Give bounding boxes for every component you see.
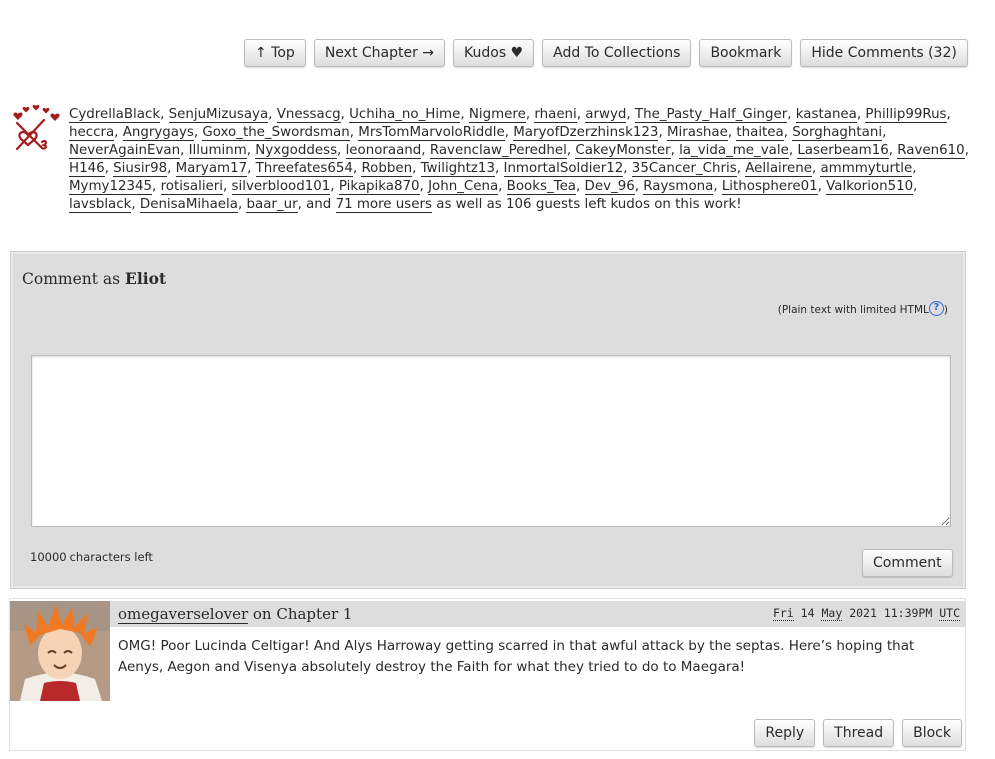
kudos-user-link[interactable]: Threefates654 xyxy=(255,161,353,177)
comment-submit-button[interactable]: Comment xyxy=(862,549,953,577)
plain-text-label: (Plain text with limited HTML xyxy=(777,304,929,316)
comment-chapter: on Chapter 1 xyxy=(248,605,353,623)
plain-text-note: (Plain text with limited HTML?) xyxy=(778,301,948,316)
comment-date: Fri 14 May 2021 11:39PM UTC xyxy=(772,606,960,621)
reply-button[interactable]: Reply xyxy=(754,719,816,747)
kudos-user-link[interactable]: NeverAgainEvan xyxy=(69,143,181,159)
kudos-user-link[interactable]: Nyxgoddess xyxy=(255,143,338,159)
kudos-user-link[interactable]: Goxo_the_Swordsman xyxy=(202,125,350,141)
next-chapter-button[interactable]: Next Chapter → xyxy=(313,39,446,67)
kudos-user-link[interactable]: Ravenclaw_Peredhel xyxy=(429,143,567,159)
kudos-user-link[interactable]: Uchiha_no_Hime xyxy=(349,107,461,123)
kudos-user-link[interactable]: Robben xyxy=(361,161,413,177)
kudos-user-link[interactable]: Vnessacg xyxy=(276,107,341,123)
kudos-user-link[interactable]: lavsblack xyxy=(69,197,132,213)
avatar[interactable] xyxy=(10,601,110,701)
kudos-more-users-link[interactable]: 71 more users xyxy=(335,197,432,213)
comment-item: omegaverselover on Chapter 1 Fri 14 May … xyxy=(9,598,966,751)
kudos-user-link[interactable]: MrsTomMarvoloRiddle xyxy=(358,125,505,141)
comment-actions: Reply Thread Block xyxy=(754,719,962,747)
kudos-user-link[interactable]: leonoraand xyxy=(345,143,422,159)
kudos-user-link[interactable]: Pikapika870 xyxy=(338,179,420,195)
kudos-user-link[interactable]: Valkorion510 xyxy=(826,179,914,195)
comment-as-user: Eliot xyxy=(125,269,167,288)
top-button[interactable]: ↑ Top xyxy=(244,39,306,67)
date-number: 14 xyxy=(800,606,815,620)
kudos-user-link[interactable]: Angrygays xyxy=(122,125,194,141)
kudos-user-link[interactable]: baar_ur xyxy=(246,197,298,213)
kudos-suffix: as well as 106 guests left kudos on this… xyxy=(431,197,742,212)
comment-textarea[interactable] xyxy=(31,355,951,527)
kudos-user-link[interactable]: Phillip99Rus xyxy=(865,107,947,123)
date-day: Fri xyxy=(772,606,794,621)
characters-left-label: characters left xyxy=(69,550,153,564)
kudos-user-link[interactable]: MaryofDzerzhinsk123 xyxy=(513,125,659,141)
kudos-user-link[interactable]: Laserbeam16 xyxy=(797,143,889,159)
kudos-user-link[interactable]: Aellairene xyxy=(745,161,812,177)
comment-as-label: Comment as xyxy=(22,270,126,288)
kudos-user-link[interactable]: Maryam17 xyxy=(175,161,248,177)
kudos-user-link[interactable]: kastanea xyxy=(795,107,857,123)
kudos-user-link[interactable]: CydrellaBlack xyxy=(69,107,161,123)
kudos-button[interactable]: Kudos ♥ xyxy=(453,39,535,67)
characters-left-count: 10000 xyxy=(30,550,67,564)
thread-button[interactable]: Thread xyxy=(823,719,895,747)
kudos-user-link[interactable]: silverblood101 xyxy=(231,179,331,195)
kudos-user-link[interactable]: Dev_96 xyxy=(584,179,635,195)
add-to-collections-button[interactable]: Add To Collections xyxy=(542,39,692,67)
date-timezone: UTC xyxy=(939,606,960,621)
hide-comments-button[interactable]: Hide Comments (32) xyxy=(800,39,968,67)
block-button[interactable]: Block xyxy=(902,719,962,747)
kudos-user-link[interactable]: la_vida_me_vale xyxy=(679,143,789,159)
comment-byline: omegaverselover on Chapter 1 Fri 14 May … xyxy=(110,601,965,627)
kudos-user-link[interactable]: Siusir98 xyxy=(113,161,168,177)
kudos-user-link[interactable]: Nigmere xyxy=(468,107,526,123)
kudos-user-link[interactable]: John_Cena xyxy=(428,179,499,195)
comment-as-heading: Comment as Eliot xyxy=(22,269,166,288)
kudos-user-link[interactable]: Lithosphere01 xyxy=(721,179,818,195)
kudos-user-link[interactable]: Raven610 xyxy=(897,143,965,159)
kudos-user-link[interactable]: thaitea xyxy=(736,125,784,141)
kudos-user-link[interactable]: DenisaMihaela xyxy=(139,197,238,213)
kudos-user-link[interactable]: arwyd xyxy=(585,107,627,123)
date-month: May xyxy=(821,606,843,621)
kudos-user-link[interactable]: The_Pasty_Half_Ginger xyxy=(634,107,788,123)
comment-heading: omegaverselover on Chapter 1 xyxy=(118,605,353,624)
kudos-user-link[interactable]: heccra xyxy=(69,125,115,141)
kudos-hearts-icon xyxy=(13,104,60,151)
help-icon[interactable]: ? xyxy=(928,301,944,316)
bookmark-button[interactable]: Bookmark xyxy=(699,39,793,67)
work-navigation-actions: ↑ Top Next Chapter → Kudos ♥ Add To Coll… xyxy=(244,39,968,67)
kudos-user-link[interactable]: SenjuMizusaya xyxy=(168,107,269,123)
kudos-user-link[interactable]: InmortalSoldier12 xyxy=(503,161,624,177)
comment-body: OMG! Poor Lucinda Celtigar! And Alys Har… xyxy=(118,638,915,675)
kudos-user-link[interactable]: Mirashae xyxy=(666,125,728,141)
kudos-user-link[interactable]: 35Cancer_Chris xyxy=(631,161,737,177)
kudos-user-link[interactable]: CakeyMonster xyxy=(575,143,671,159)
kudos-list: CydrellaBlack, SenjuMizusaya, Vnessacg, … xyxy=(69,107,969,213)
kudos-user-link[interactable]: ammmyturtle xyxy=(820,161,913,177)
plain-text-close: ) xyxy=(943,304,948,316)
characters-left: 10000 characters left xyxy=(30,550,156,564)
kudos-user-link[interactable]: H146 xyxy=(69,161,105,177)
kudos-user-link[interactable]: Books_Tea xyxy=(506,179,577,195)
kudos-user-link[interactable]: Illuminm xyxy=(188,143,247,159)
kudos-user-link[interactable]: Mymy12345 xyxy=(69,179,153,195)
date-year-time: 2021 11:39PM xyxy=(849,606,933,620)
kudos-user-link[interactable]: Twilightz13 xyxy=(420,161,495,177)
kudos-user-link[interactable]: Raysmona xyxy=(643,179,714,195)
kudos-user-link[interactable]: rhaeni xyxy=(534,107,577,123)
comment-author-link[interactable]: omegaverselover xyxy=(118,605,249,624)
kudos-user-link[interactable]: Sorghaghtani xyxy=(792,125,883,141)
comment-form: Comment as Eliot (Plain text with limite… xyxy=(10,251,966,589)
kudos-user-link[interactable]: rotisalieri xyxy=(160,179,224,195)
